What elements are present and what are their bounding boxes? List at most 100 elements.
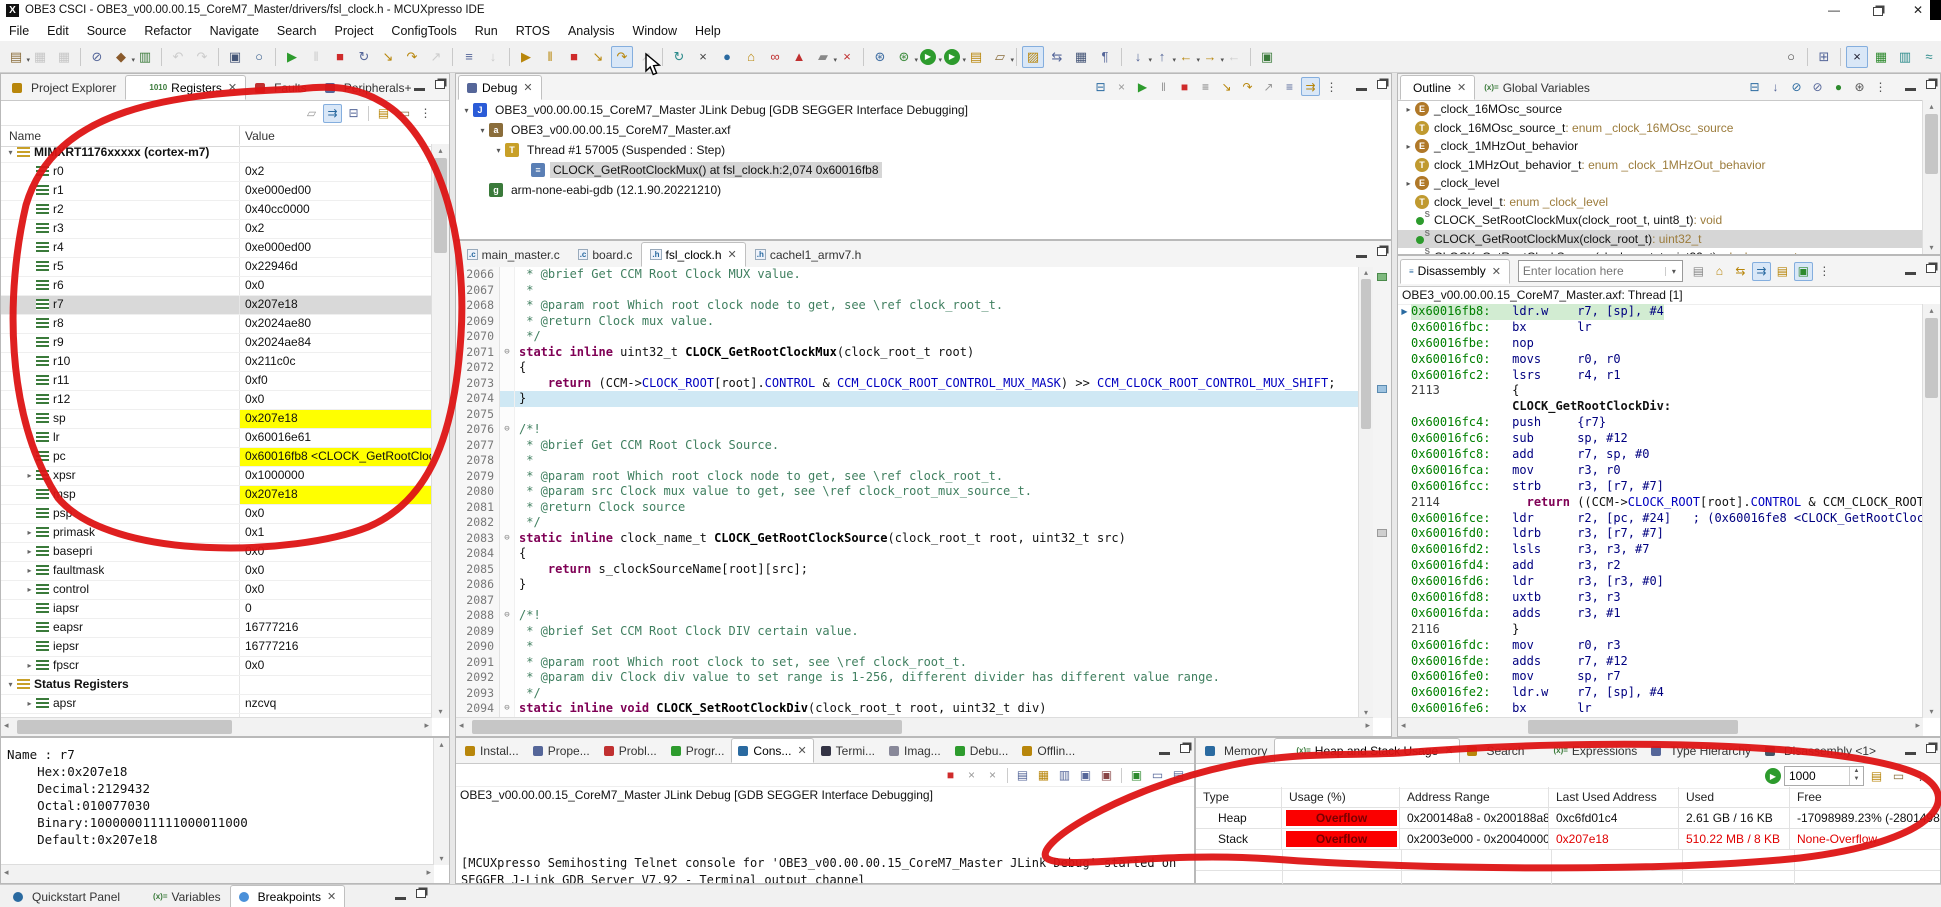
expand-arrow-icon[interactable]: [23, 163, 36, 181]
link-with-editor-toggle[interactable]: ⇆: [1046, 46, 1068, 68]
disassembly-row[interactable]: 0x60016fd6: ldr r3, [r3, #0]: [1398, 574, 1923, 590]
fold-marker-icon[interactable]: [500, 592, 515, 608]
editor-vscrollbar[interactable]: ▴ ▾: [1358, 267, 1373, 718]
prev-annotation-button[interactable]: ↑: [1151, 46, 1176, 68]
register-row[interactable]: pc 0x60016fb8 <CLOCK_GetRootCloc: [1, 448, 432, 467]
expand-arrow-icon[interactable]: ▸: [23, 562, 36, 580]
detail-vscrollbar[interactable]: ▴ ▾: [433, 738, 449, 865]
view-tab[interactable]: Peripherals+✕: [316, 75, 421, 100]
code-line[interactable]: 2080 * @param src Clock mux value to get…: [456, 484, 1373, 500]
hide-static-toggle[interactable]: ⊘: [1808, 77, 1827, 96]
track-expression-toggle[interactable]: ⇉: [1751, 261, 1771, 281]
menu-item[interactable]: Navigate: [201, 22, 268, 40]
location-combo[interactable]: ▾: [1517, 260, 1683, 282]
maximize-view-icon[interactable]: [1180, 744, 1190, 753]
instruction-stepping-toggle[interactable]: ≡: [458, 46, 480, 68]
expand-arrow-icon[interactable]: ▾: [4, 676, 17, 694]
open-new-view-button[interactable]: ▤: [1773, 262, 1792, 281]
outline-item[interactable]: ▸ E _clock_1MHzOut_behavior: [1398, 137, 1923, 156]
expand-arrow-icon[interactable]: [23, 201, 36, 219]
redo-button[interactable]: ↷: [191, 46, 213, 68]
code-line[interactable]: 2090 *: [456, 639, 1373, 655]
new-register-group-button[interactable]: ▤: [374, 104, 393, 123]
maximize-view-icon[interactable]: [435, 80, 445, 89]
flash-button[interactable]: ▲: [788, 46, 810, 68]
next-annotation-button[interactable]: ↓: [1127, 46, 1152, 68]
tab-disassembly[interactable]: ≡ Disassembly ✕: [1400, 258, 1510, 284]
fold-marker-icon[interactable]: [500, 561, 515, 577]
view-tab[interactable]: Prope...✕: [526, 738, 597, 763]
heap-stack-row[interactable]: Stack Overflow 0x2003e000 - 0x20040000 0…: [1196, 829, 1940, 850]
expand-arrow-icon[interactable]: [23, 391, 36, 409]
expand-arrow-icon[interactable]: [23, 372, 36, 390]
disassembly-row[interactable]: 0x60016fcc: strb r3, [r7, #7]: [1398, 479, 1923, 495]
minimize-window-button[interactable]: —: [1819, 0, 1849, 20]
expand-arrow-icon[interactable]: [23, 638, 36, 656]
tab-debug[interactable]: Debug ✕: [458, 75, 542, 100]
register-row[interactable]: eapsr 16777216: [1, 619, 432, 638]
editor-tab[interactable]: .c main_master.c✕: [458, 242, 569, 267]
debug-config-button[interactable]: ⊛: [869, 46, 891, 68]
view-tab[interactable]: Debu...✕: [948, 738, 1016, 763]
menu-item[interactable]: RTOS: [507, 22, 559, 40]
disassembly-row[interactable]: 0x60016fc0: movs r0, r0: [1398, 352, 1923, 368]
view-tab[interactable]: Faults✕: [246, 75, 316, 100]
globe-button[interactable]: ●: [716, 46, 738, 68]
code-line[interactable]: 2084 {: [456, 546, 1373, 562]
code-line[interactable]: 2082 */: [456, 515, 1373, 531]
terminate-button[interactable]: ■: [329, 46, 351, 68]
disassembly-vscrollbar[interactable]: ▴ ▾: [1922, 304, 1940, 718]
open-console-button[interactable]: ▣: [224, 46, 246, 68]
menu-item[interactable]: Window: [624, 22, 686, 40]
code-line[interactable]: 2078 *: [456, 453, 1373, 469]
code-line[interactable]: 2075: [456, 406, 1373, 422]
disassembly-row[interactable]: CLOCK_GetRootClockDiv:: [1398, 399, 1923, 415]
step-into-button[interactable]: ↘: [377, 46, 399, 68]
open-resource-button[interactable]: ▤: [965, 46, 987, 68]
outline-item[interactable]: CLOCK_SetRootClockMux(clock_root_t, uint…: [1398, 210, 1923, 230]
home-button[interactable]: ⌂: [740, 46, 762, 68]
fold-marker-icon[interactable]: [500, 344, 515, 360]
editor-tab[interactable]: .h cachel1_armv7.h✕: [746, 242, 871, 267]
editor-tab[interactable]: .c board.c✕: [569, 242, 642, 267]
code-line[interactable]: 2071 static inline uint32_t CLOCK_GetRoo…: [456, 344, 1373, 360]
trace-resume-button[interactable]: ▶: [515, 46, 537, 68]
pin-editor-toggle[interactable]: ▣: [1256, 46, 1278, 68]
code-line[interactable]: 2085 return s_clockSourceName[root][src]…: [456, 561, 1373, 577]
close-tab-icon[interactable]: ✕: [327, 890, 336, 903]
fold-marker-icon[interactable]: [500, 685, 515, 701]
register-row[interactable]: r2 0x40cc0000: [1, 201, 432, 220]
menu-item[interactable]: Project: [326, 22, 383, 40]
back-history-button[interactable]: ←: [1175, 46, 1201, 68]
expand-arrow-icon[interactable]: [23, 296, 36, 314]
fold-marker-icon[interactable]: [500, 546, 515, 562]
register-row[interactable]: r11 0xf0: [1, 372, 432, 391]
annotate-button[interactable]: ▱: [989, 46, 1014, 68]
code-line[interactable]: 2076 /*!: [456, 422, 1373, 438]
terminate-all-button[interactable]: ×: [692, 46, 714, 68]
disassembly-row[interactable]: 0x60016fd4: add r3, r2: [1398, 558, 1923, 574]
view-tab[interactable]: Disassembly <1>✕: [1758, 738, 1883, 763]
disassembly-row[interactable]: 0x60016fc4: push {r7}: [1398, 415, 1923, 431]
view-menu-icon[interactable]: ⋮: [1815, 262, 1834, 281]
fold-marker-icon[interactable]: [500, 406, 515, 422]
fold-marker-icon[interactable]: [500, 515, 515, 531]
expand-arrow-icon[interactable]: ▸: [23, 543, 36, 561]
view-tab[interactable]: Quickstart Panel✕: [4, 885, 129, 907]
expand-arrow-icon[interactable]: [23, 239, 36, 257]
menu-item[interactable]: Refactor: [135, 22, 200, 40]
expand-arrow-icon[interactable]: [23, 353, 36, 371]
binary-tools-button[interactable]: ▥: [134, 46, 156, 68]
view-tab[interactable]: Search✕: [1460, 738, 1531, 763]
register-row[interactable]: ▸ primask 0x1: [1, 524, 432, 543]
disassembly-row[interactable]: 0x60016fce: ldr r2, [pc, #24] ; (0x60016…: [1398, 511, 1923, 527]
detail-hscrollbar[interactable]: ◂ ▸: [1, 864, 434, 883]
disassembly-row[interactable]: 0x60016fd0: ldrb r3, [r7, #7]: [1398, 526, 1923, 542]
fold-marker-icon[interactable]: [500, 282, 515, 298]
disassembly-row[interactable]: 0x60016fe2: ldr.w r7, [sp], #4: [1398, 685, 1923, 701]
register-row[interactable]: ▸ xpsr 0x1000000: [1, 467, 432, 486]
resume-button[interactable]: ▶: [1133, 77, 1152, 96]
fold-marker-icon[interactable]: [500, 267, 515, 283]
disassembly-hscrollbar[interactable]: ◂ ▸: [1398, 717, 1923, 736]
register-row[interactable]: ▸ apsr nzcvq: [1, 695, 432, 714]
